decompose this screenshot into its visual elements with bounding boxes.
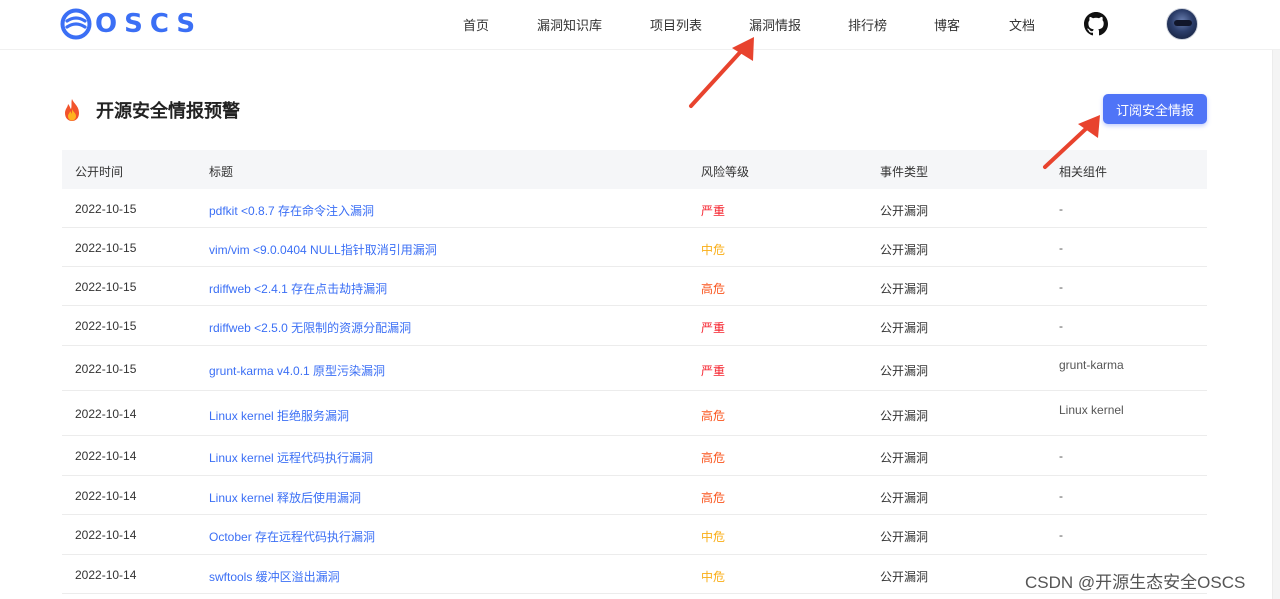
risk-level-label: 严重 bbox=[701, 364, 726, 378]
page-title: 开源安全情报预警 bbox=[96, 101, 240, 121]
nav-vuln-intel[interactable]: 漏洞情报 bbox=[749, 15, 801, 34]
col-header-event-type[interactable]: 事件类型 bbox=[880, 163, 928, 180]
row-date: 2022-10-14 bbox=[75, 449, 137, 463]
brand-name: OSCS bbox=[95, 9, 203, 39]
table-row[interactable]: 2022-10-14 Linux kernel 释放后使用漏洞 高危 公开漏洞 - bbox=[62, 476, 1207, 515]
nav-docs[interactable]: 文档 bbox=[1009, 15, 1035, 34]
related-component: grunt-karma bbox=[1059, 358, 1124, 372]
table-row[interactable]: 2022-10-14 Linux kernel 拒绝服务漏洞 高危 公开漏洞 Linux… bbox=[62, 391, 1207, 436]
oscs-logo[interactable]: OSCS bbox=[60, 8, 202, 40]
event-type-label: 公开漏洞 bbox=[880, 282, 929, 296]
table-row[interactable]: 2022-10-15 rdiffweb <2.5.0 无限制的资源分配漏洞 严重 公开… bbox=[62, 306, 1207, 346]
risk-level-label: 严重 bbox=[701, 204, 726, 218]
row-title-link[interactable]: pdfkit <0.8.7 存在命令注入漏洞 bbox=[209, 202, 374, 219]
col-header-title[interactable]: 标题 bbox=[209, 163, 233, 180]
risk-level-label: 高危 bbox=[701, 451, 726, 465]
risk-level-label: 中危 bbox=[701, 530, 726, 544]
related-component: - bbox=[1059, 280, 1063, 294]
row-title-link[interactable]: rdiffweb <2.5.0 无限制的资源分配漏洞 bbox=[209, 319, 411, 336]
event-type-label: 公开漏洞 bbox=[880, 530, 929, 544]
col-header-component[interactable]: 相关组件 bbox=[1059, 163, 1107, 180]
row-title-link[interactable]: rdiffweb <2.4.1 存在点击劫持漏洞 bbox=[209, 280, 387, 297]
row-title-link[interactable]: Linux kernel 释放后使用漏洞 bbox=[209, 489, 361, 506]
risk-level-label: 高危 bbox=[701, 282, 726, 296]
event-type-label: 公开漏洞 bbox=[880, 204, 929, 218]
table-body: 2022-10-15 pdfkit <0.8.7 存在命令注入漏洞 严重 公开漏洞 -2… bbox=[62, 189, 1207, 594]
related-component: - bbox=[1059, 528, 1063, 542]
row-date: 2022-10-15 bbox=[75, 280, 137, 294]
risk-level-label: 严重 bbox=[701, 321, 726, 335]
table-row[interactable]: 2022-10-15 pdfkit <0.8.7 存在命令注入漏洞 严重 公开漏洞 - bbox=[62, 189, 1207, 228]
table-row[interactable]: 2022-10-15 grunt-karma v4.0.1 原型污染漏洞 严重 公开漏… bbox=[62, 346, 1207, 391]
table-row[interactable]: 2022-10-15 rdiffweb <2.4.1 存在点击劫持漏洞 高危 公开漏洞… bbox=[62, 267, 1207, 306]
user-avatar[interactable] bbox=[1166, 8, 1198, 40]
fire-icon bbox=[65, 99, 79, 121]
csdn-watermark: CSDN @开源生态安全OSCS bbox=[1025, 573, 1246, 592]
risk-level-label: 中危 bbox=[701, 570, 726, 584]
intel-table: 公开时间 标题 风险等级 事件类型 相关组件 2022-10-15 pdfkit … bbox=[62, 150, 1207, 594]
github-icon[interactable] bbox=[1084, 12, 1108, 36]
row-date: 2022-10-14 bbox=[75, 489, 137, 503]
row-date: 2022-10-15 bbox=[75, 241, 137, 255]
table-row[interactable]: 2022-10-14 October 存在远程代码执行漏洞 中危 公开漏洞 - bbox=[62, 515, 1207, 555]
row-date: 2022-10-14 bbox=[75, 407, 137, 421]
event-type-label: 公开漏洞 bbox=[880, 243, 929, 257]
event-type-label: 公开漏洞 bbox=[880, 451, 929, 465]
table-row[interactable]: 2022-10-15 vim/vim <9.0.0404 NULL指针取消引用漏洞… bbox=[62, 228, 1207, 267]
oscs-logo-icon bbox=[60, 8, 92, 40]
risk-level-label: 中危 bbox=[701, 243, 726, 257]
event-type-label: 公开漏洞 bbox=[880, 491, 929, 505]
event-type-label: 公开漏洞 bbox=[880, 364, 929, 378]
top-nav-bar: OSCS 首页 漏洞知识库 项目列表 漏洞情报 排行榜 博客 文档 bbox=[0, 0, 1280, 50]
row-title-link[interactable]: Linux kernel 远程代码执行漏洞 bbox=[209, 449, 373, 466]
event-type-label: 公开漏洞 bbox=[880, 409, 929, 423]
page-scrollbar[interactable] bbox=[1272, 50, 1280, 599]
row-date: 2022-10-15 bbox=[75, 362, 137, 376]
table-header: 公开时间 标题 风险等级 事件类型 相关组件 bbox=[62, 150, 1207, 189]
row-title-link[interactable]: swftools 缓冲区溢出漏洞 bbox=[209, 568, 340, 585]
nav-ranking[interactable]: 排行榜 bbox=[848, 15, 887, 34]
subscribe-intel-button[interactable]: 订阅安全情报 bbox=[1103, 94, 1207, 124]
related-component: - bbox=[1059, 202, 1063, 216]
row-title-link[interactable]: October 存在远程代码执行漏洞 bbox=[209, 528, 375, 545]
col-header-date[interactable]: 公开时间 bbox=[75, 163, 123, 180]
nav-project-list[interactable]: 项目列表 bbox=[650, 15, 702, 34]
row-date: 2022-10-14 bbox=[75, 528, 137, 542]
nav-blog[interactable]: 博客 bbox=[934, 15, 960, 34]
event-type-label: 公开漏洞 bbox=[880, 321, 929, 335]
nav-vuln-knowledge-base[interactable]: 漏洞知识库 bbox=[537, 15, 602, 34]
row-date: 2022-10-15 bbox=[75, 319, 137, 333]
table-row[interactable]: 2022-10-14 Linux kernel 远程代码执行漏洞 高危 公开漏洞 - bbox=[62, 436, 1207, 476]
related-component: - bbox=[1059, 319, 1063, 333]
risk-level-label: 高危 bbox=[701, 491, 726, 505]
col-header-risk-level[interactable]: 风险等级 bbox=[701, 163, 749, 180]
row-title-link[interactable]: grunt-karma v4.0.1 原型污染漏洞 bbox=[209, 362, 385, 379]
related-component: Linux kernel bbox=[1059, 403, 1124, 417]
row-title-link[interactable]: vim/vim <9.0.0404 NULL指针取消引用漏洞 bbox=[209, 241, 437, 258]
related-component: - bbox=[1059, 241, 1063, 255]
event-type-label: 公开漏洞 bbox=[880, 570, 929, 584]
risk-level-label: 高危 bbox=[701, 409, 726, 423]
section-header: 开源安全情报预警 bbox=[62, 96, 240, 124]
row-date: 2022-10-14 bbox=[75, 568, 137, 582]
row-title-link[interactable]: Linux kernel 拒绝服务漏洞 bbox=[209, 407, 349, 424]
row-date: 2022-10-15 bbox=[75, 202, 137, 216]
related-component: - bbox=[1059, 489, 1063, 503]
nav-home[interactable]: 首页 bbox=[463, 15, 489, 34]
related-component: - bbox=[1059, 449, 1063, 463]
